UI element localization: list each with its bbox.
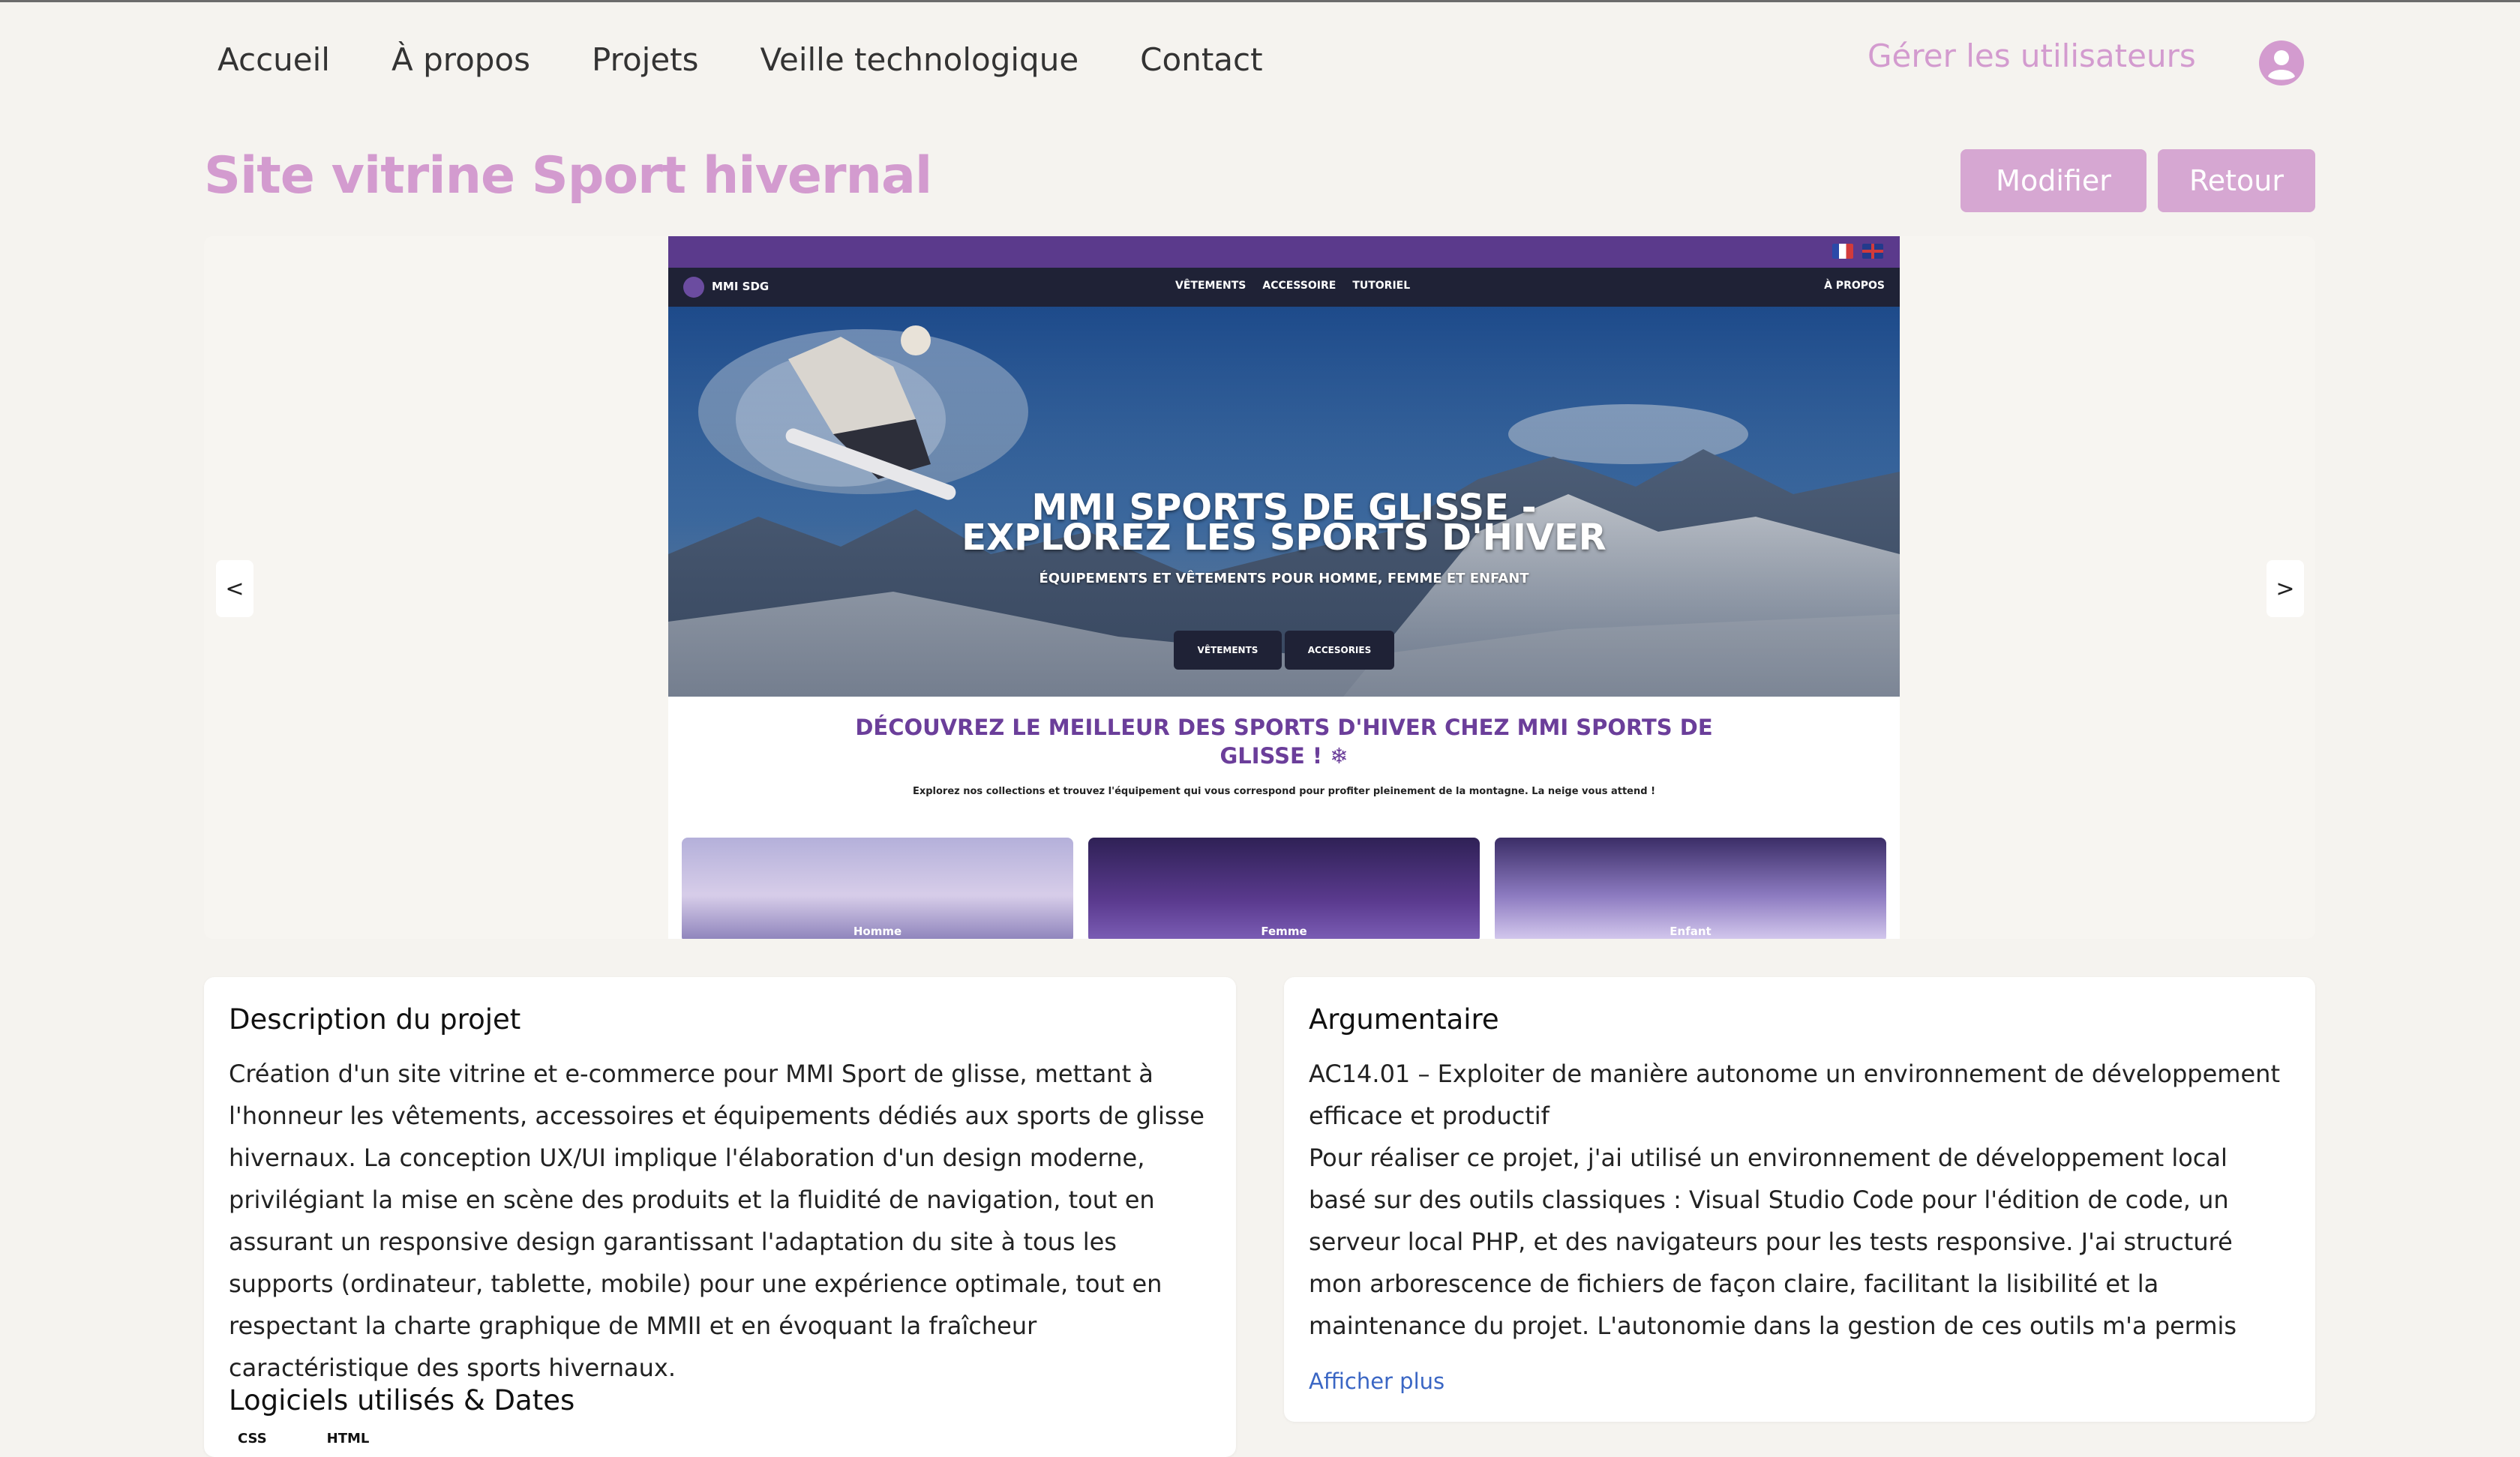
argument-card: Argumentaire AC14.01 – Exploiter de mani… [1284,977,2315,1422]
slide-hero-subtitle: ÉQUIPEMENTS ET VÊTEMENTS POUR HOMME, FEM… [1039,571,1529,586]
fr-flag-icon [1832,244,1853,259]
slide-navbar: MMI SDG VÊTEMENTS ACCESSOIRE TUTORIEL À … [668,268,1900,307]
nav-about[interactable]: À propos [392,41,530,78]
slide-section-text: Explorez nos collections et trouvez l'éq… [912,786,1656,797]
description-card: Description du projet Création d'un site… [204,977,1236,1457]
nav-home[interactable]: Accueil [218,41,330,78]
slide-hero: MMI SPORTS DE GLISSE - EXPLOREZ LES SPOR… [668,307,1900,697]
slide-category-women: Femme [1088,838,1480,939]
slide-topbar [668,236,1900,268]
argument-text-2: Pour réaliser ce projet, j'ai utilisé un… [1309,1144,2237,1340]
argument-title: Argumentaire [1309,1003,1499,1036]
slide-nav-clothing: VÊTEMENTS [1175,280,1246,292]
argument-text: AC14.01 – Exploiter de manière autonome … [1309,1053,2291,1347]
top-border [0,0,2520,2]
slide-hero-title: MMI SPORTS DE GLISSE - EXPLOREZ LES SPOR… [668,490,1900,556]
argument-text-1: AC14.01 – Exploiter de manière autonome … [1309,1060,2280,1130]
slide-hero-clothing-button: VÊTEMENTS [1174,631,1282,670]
description-title: Description du projet [229,1003,521,1036]
slide-nav-tutorial: TUTORIEL [1352,280,1411,292]
carousel-prev-button[interactable]: < [216,560,254,617]
main-nav: Accueil À propos Projets Veille technolo… [218,41,1324,78]
nav-projects[interactable]: Projets [592,41,699,78]
slide-hero-accessories-button: ACCESORIES [1285,631,1394,670]
slide-nav-accessory: ACCESSOIRE [1262,280,1336,292]
nav-contact[interactable]: Contact [1140,41,1262,78]
slide-nav-about: À PROPOS [1824,280,1885,292]
software-title: Logiciels utilisés & Dates [229,1384,575,1417]
slide-category-label: Homme [853,925,902,938]
slide-language-flags [1832,244,1883,259]
back-button[interactable]: Retour [2158,149,2315,212]
manage-users-link[interactable]: Gérer les utilisateurs [1868,37,2196,74]
slide-section-title: DÉCOUVREZ LE MEILLEUR DES SPORTS D'HIVER… [855,715,1713,769]
carousel-next-button[interactable]: > [2266,560,2304,617]
slide-category-kids: Enfant [1495,838,1886,939]
slide-category-label: Femme [1261,925,1307,938]
nav-tech-watch[interactable]: Veille technologique [760,41,1079,78]
carousel-slide-image: MMI SDG VÊTEMENTS ACCESSOIRE TUTORIEL À … [668,236,1900,939]
slide-nav-links: VÊTEMENTS ACCESSOIRE TUTORIEL [1175,280,1410,292]
description-text: Création d'un site vitrine et e-commerce… [229,1060,1204,1382]
modify-button[interactable]: Modifier [1960,149,2146,212]
slide-logo-text: MMI SDG [712,280,770,293]
uk-flag-icon [1862,244,1883,259]
slide-category-label: Enfant [1670,925,1712,938]
show-more-link[interactable]: Afficher plus [1309,1369,1444,1394]
slide-logo-icon [683,277,704,298]
project-carousel: < MMI SDG VÊTEMENTS ACCESSOIRE TUTORIEL … [204,236,2315,939]
slide-category-men: Homme [682,838,1073,939]
user-circle-icon[interactable] [2258,39,2306,87]
page-title: Site vitrine Sport hivernal [204,146,932,205]
slide-hero-title-line2: EXPLOREZ LES SPORTS D'HIVER [962,517,1606,559]
